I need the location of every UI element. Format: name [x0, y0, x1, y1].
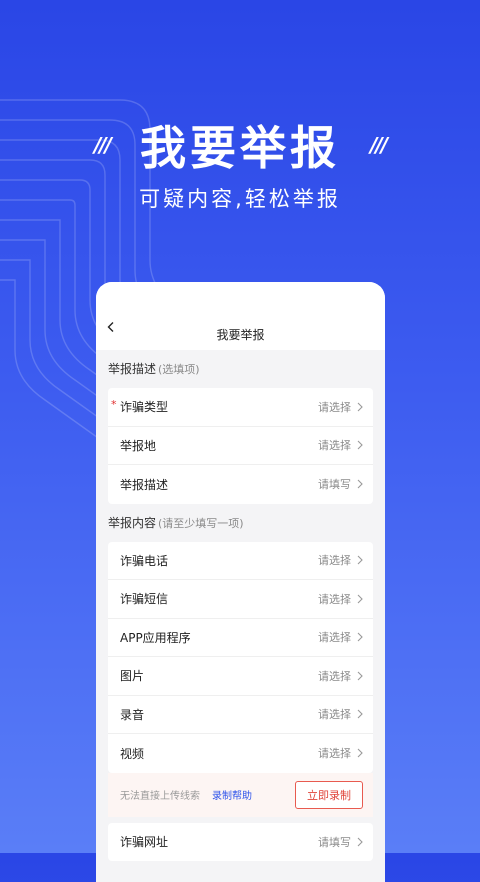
- chevron-right-icon: [357, 555, 363, 565]
- chevron-right-icon: [357, 709, 363, 719]
- hero-slashes-right: ///: [370, 133, 388, 157]
- row-label: 举报地: [120, 438, 157, 453]
- row-fraud-type[interactable]: * 诈骗类型 请选择: [108, 388, 373, 427]
- record-now-button[interactable]: 立即录制: [295, 780, 363, 809]
- row-label: 视频: [120, 746, 145, 761]
- page-title: 我要举报: [216, 328, 265, 342]
- section-hint: (请至少填写一项): [158, 516, 244, 530]
- row-label: 诈骗类型: [120, 400, 169, 415]
- chevron-right-icon: [357, 402, 363, 412]
- row-video[interactable]: 视频 请选择: [108, 734, 373, 773]
- row-value: 请选择: [318, 400, 351, 414]
- url-group: 诈骗网址 请填写: [108, 822, 373, 862]
- chevron-right-icon: [357, 671, 363, 681]
- row-label: 录音: [120, 707, 145, 722]
- record-hint: 无法直接上传线索: [120, 791, 200, 802]
- row-value: 请选择: [318, 747, 351, 761]
- chevron-right-icon: [357, 632, 363, 642]
- row-label: 诈骗网址: [120, 835, 169, 850]
- content-group: 诈骗电话 请选择 诈骗短信 请选择 APP应用程序 请选择 图片 请选择 录音 …: [108, 541, 373, 773]
- row-label: 举报描述: [120, 477, 169, 492]
- hero-title: 我要举报: [140, 121, 340, 175]
- row-report-location[interactable]: 举报地 请选择: [108, 427, 373, 465]
- row-value: 请填写: [318, 835, 351, 849]
- row-label: 图片: [120, 669, 145, 684]
- row-fraud-phone[interactable]: 诈骗电话 请选择: [108, 542, 373, 580]
- description-group: * 诈骗类型 请选择 举报地 请选择 举报描述 请填写: [108, 388, 373, 504]
- row-fraud-sms[interactable]: 诈骗短信 请选择: [108, 580, 373, 619]
- row-label: 诈骗短信: [120, 592, 169, 607]
- row-value: 请选择: [318, 592, 351, 606]
- row-value: 请填写: [318, 478, 351, 492]
- chevron-right-icon: [357, 748, 363, 758]
- row-fraud-url[interactable]: 诈骗网址 请填写: [108, 823, 373, 862]
- row-app[interactable]: APP应用程序 请选择: [108, 619, 373, 657]
- section-title: 举报内容: [108, 515, 157, 530]
- row-value: 请选择: [318, 554, 351, 568]
- section-header-content: 举报内容 (请至少填写一项): [96, 504, 385, 542]
- nav-bar: 我要举报: [96, 282, 385, 350]
- row-value: 请选择: [318, 708, 351, 722]
- row-report-description[interactable]: 举报描述 请填写: [108, 465, 373, 504]
- row-label: 诈骗电话: [120, 553, 169, 568]
- chevron-right-icon: [357, 594, 363, 604]
- row-value: 请选择: [318, 631, 351, 645]
- row-value: 请选择: [318, 669, 351, 683]
- required-mark: *: [111, 398, 117, 412]
- section-hint: (选填项): [158, 363, 200, 376]
- row-value: 请选择: [318, 439, 351, 453]
- chevron-right-icon: [357, 837, 363, 847]
- record-bar: 无法直接上传线索 录制帮助 立即录制: [108, 772, 373, 817]
- section-title: 举报描述: [108, 362, 157, 376]
- row-image[interactable]: 图片 请选择: [108, 657, 373, 696]
- hero-subtitle: 可疑内容,轻松举报: [139, 187, 341, 211]
- record-help-link[interactable]: 录制帮助: [212, 787, 252, 802]
- chevron-right-icon: [357, 479, 363, 489]
- phone-screen: 我要举报 举报描述 (选填项) * 诈骗类型 请选择 举报地 请选择 举报描述 请填…: [96, 282, 385, 882]
- row-audio[interactable]: 录音 请选择: [108, 696, 373, 734]
- chevron-right-icon: [357, 440, 363, 450]
- row-label: APP应用程序: [120, 630, 191, 645]
- section-header-description: 举报描述 (选填项): [96, 350, 385, 388]
